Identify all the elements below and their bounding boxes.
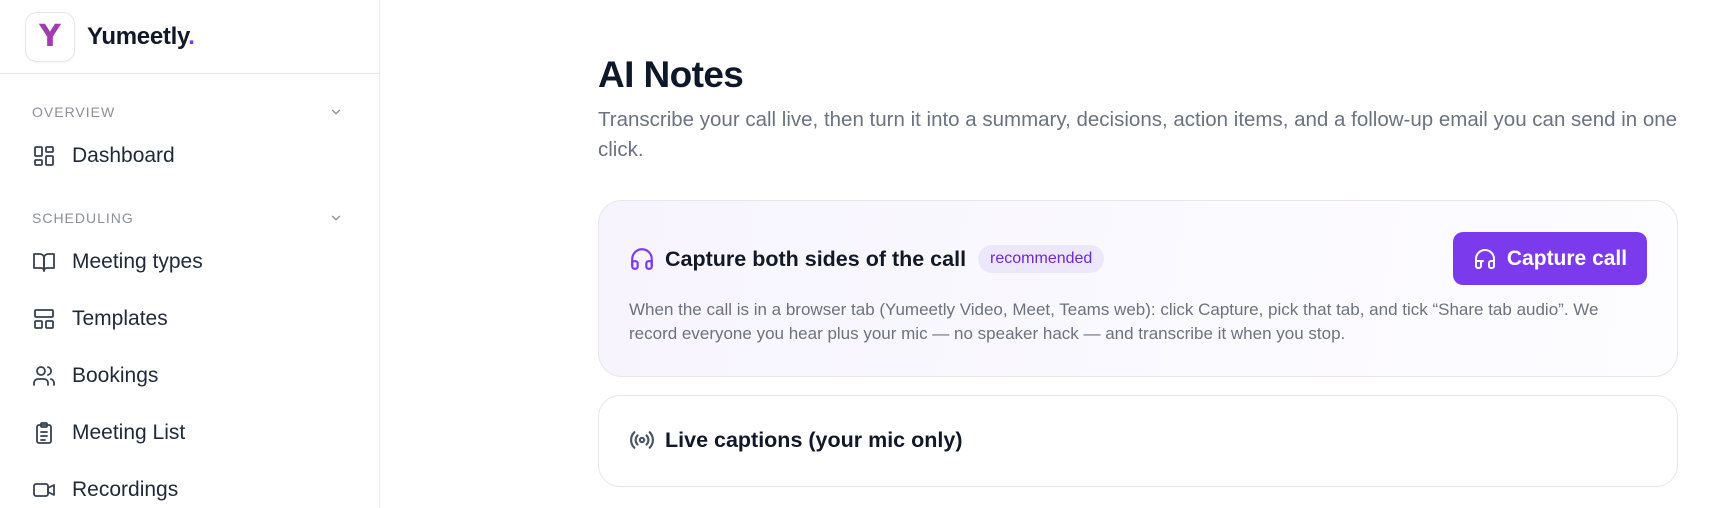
headphones-icon: [1474, 248, 1495, 269]
capture-card-description: When the call is in a browser tab (Yumee…: [629, 300, 1599, 343]
section-scheduling[interactable]: SCHEDULING: [0, 203, 379, 233]
capture-card-header: Capture both sides of the call recommend…: [629, 245, 1105, 273]
chevron-down-icon: [331, 215, 341, 221]
sidebar-item-meeting-list[interactable]: Meeting List: [0, 404, 379, 461]
sidebar-item-label: Templates: [72, 306, 168, 330]
clipboard-icon: [36, 421, 52, 444]
page-title: AI Notes: [598, 54, 744, 95]
sidebar-item-bookings[interactable]: Bookings: [0, 347, 379, 404]
dashboard-icon: [34, 145, 54, 166]
section-overview[interactable]: OVERVIEW: [0, 97, 379, 127]
template-icon: [34, 308, 54, 329]
video-icon: [33, 482, 55, 497]
chevron-down-icon: [331, 109, 341, 115]
section-overview-label: OVERVIEW: [32, 104, 116, 120]
page-description: Transcribe your call live, then turn it …: [598, 108, 1678, 161]
sidebar-item-label: Dashboard: [72, 143, 175, 167]
sidebar-item-label: Meeting types: [72, 249, 203, 273]
sidebar-item-recordings[interactable]: Recordings: [0, 461, 379, 508]
broadcast-icon: [630, 431, 654, 449]
capture-call-button[interactable]: Capture call: [1453, 232, 1647, 285]
capture-card-title: Capture both sides of the call: [665, 246, 967, 271]
sidebar-item-templates[interactable]: Templates: [0, 290, 379, 347]
brand-header[interactable]: Y Yumeetly.: [0, 0, 379, 74]
section-scheduling-label: SCHEDULING: [32, 210, 134, 226]
live-captions-card[interactable]: Live captions (your mic only): [598, 395, 1678, 487]
live-captions-title: Live captions (your mic only): [665, 427, 963, 452]
sidebar-item-dashboard[interactable]: Dashboard: [0, 127, 379, 184]
sidebar-item-meeting-types[interactable]: Meeting types: [0, 233, 379, 290]
sidebar-item-label: Recordings: [72, 477, 179, 501]
capture-card: Capture both sides of the call recommend…: [598, 200, 1678, 377]
book-icon: [33, 252, 55, 272]
recommended-badge: recommended: [978, 245, 1105, 273]
sidebar: Y Yumeetly. OVERVIEW Dashboard SCHEDULIN…: [0, 0, 380, 508]
users-icon: [33, 365, 55, 386]
capture-call-label: Capture call: [1506, 246, 1628, 270]
sidebar-item-label: Meeting List: [72, 420, 186, 444]
brand-logo: Y: [25, 11, 75, 62]
headphones-icon: [631, 248, 653, 270]
brand-name: Yumeetly.: [87, 22, 195, 50]
sidebar-item-label: Bookings: [72, 363, 159, 387]
live-captions-header: Live captions (your mic only): [629, 427, 962, 453]
